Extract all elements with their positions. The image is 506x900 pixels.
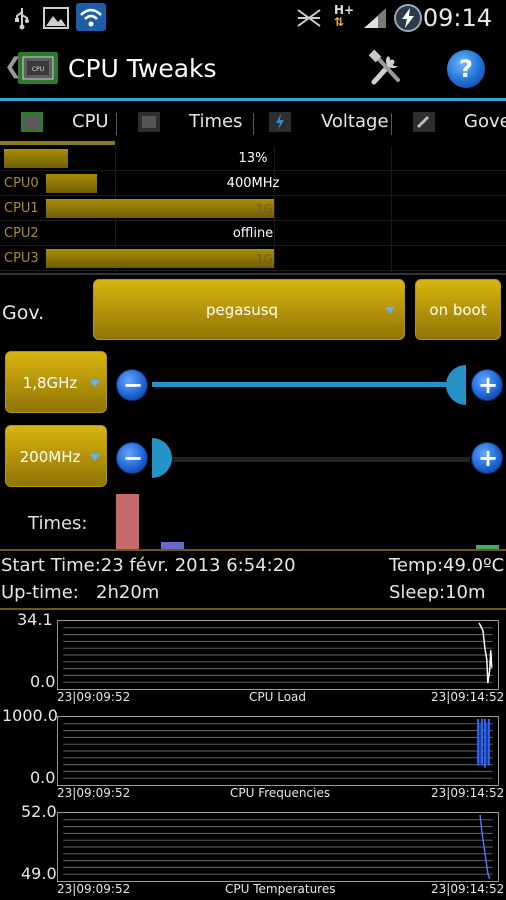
tab-selected-indicator (0, 141, 115, 145)
cpu-core-bar-label: 1G (256, 252, 273, 266)
cpu-core-row: CPU0 400MHz (0, 171, 506, 196)
wifi-icon (76, 3, 106, 31)
cpu-frequencies-graph: 1000.0 0.0 23|09:09:52 CPU Frequencies 2… (0, 706, 506, 802)
cpu-chip-icon (21, 112, 43, 132)
help-button[interactable]: ? (447, 50, 485, 88)
svg-text:CPU: CPU (32, 66, 44, 73)
minus-icon: − (122, 371, 144, 399)
cpu-core-value: 400MHz (226, 176, 280, 191)
min-frequency-slider-thumb[interactable] (152, 438, 172, 478)
plus-icon: + (477, 371, 499, 399)
cpu-status-panel: 13% CPU0 400MHz CPU1 1G CPU2 offline CPU… (0, 146, 506, 272)
cpu-core-row: CPU1 1G (0, 196, 506, 221)
uptime-value: 2h20m (96, 582, 160, 603)
uptime-label: Up-time: (1, 582, 79, 603)
graph-max-label: 34.1 (17, 610, 53, 629)
graph-end-time: 23|09:14:52 (431, 882, 505, 896)
temperature: Temp:49.0ºC (389, 555, 505, 576)
cpu-core-name: CPU1 (4, 201, 39, 216)
max-frequency-decrease-button[interactable]: − (116, 369, 148, 401)
times-label: Times: (28, 513, 88, 534)
cpu-core-bar (46, 199, 274, 218)
time-in-state-bar (116, 494, 139, 550)
help-icon: ? (459, 55, 473, 83)
app-title: CPU Tweaks (68, 54, 217, 83)
cpu-total-value: 13% (238, 151, 268, 166)
governor-chip-icon (413, 112, 435, 132)
tab-bar: CPU Times Voltage Gove (0, 101, 506, 145)
max-frequency-slider-track[interactable] (152, 382, 464, 387)
tab-cpu[interactable]: CPU (0, 101, 115, 145)
graph-min-label: 49.0 (21, 864, 57, 883)
max-frequency-slider-thumb[interactable] (446, 365, 466, 405)
status-time: 09:14 (422, 4, 492, 32)
cpu-load-graph: 34.1 0.0 23|09:09:52 CPU Load 23|09:14:5… (0, 610, 506, 706)
graph-plot (57, 620, 499, 690)
graph-min-label: 0.0 (30, 768, 56, 787)
min-frequency-slider-track[interactable] (152, 457, 470, 462)
graph-title: CPU Frequencies (230, 786, 331, 800)
cpu-core-name: CPU3 (4, 251, 39, 266)
on-boot-label: on boot (429, 301, 487, 319)
tab-label: CPU (72, 111, 109, 132)
tools-icon[interactable] (366, 48, 406, 88)
cpu-core-bar (46, 249, 274, 268)
min-frequency-increase-button[interactable]: + (471, 442, 503, 474)
governor-label: Gov. (2, 302, 45, 324)
graph-start-time: 23|09:09:52 (57, 882, 131, 896)
network-hplus-icon: H+ ⇅ (334, 3, 355, 29)
cpu-core-bar-label: 1G (256, 202, 273, 216)
cpu-core-row: CPU3 1G (0, 246, 506, 271)
graph-max-label: 1000.0 (2, 706, 58, 725)
cell-signal-icon (364, 8, 386, 28)
sleep-time: Sleep:10m (389, 582, 486, 603)
minus-icon: − (122, 444, 144, 472)
governor-value: pegasusq (205, 301, 279, 319)
cpu-core-value: offline (232, 226, 274, 241)
tab-label: Gove (464, 111, 506, 132)
cpu-temperatures-graph: 52.0 49.0 23|09:09:52 CPU Temperatures 2… (0, 802, 506, 900)
min-frequency-select[interactable]: 200MHz (5, 425, 107, 487)
max-frequency-value: 1,8GHz (22, 374, 78, 392)
on-boot-button[interactable]: on boot (415, 279, 501, 340)
graph-title: CPU Temperatures (225, 882, 336, 896)
voltage-chip-icon (269, 112, 291, 132)
max-frequency-select[interactable]: 1,8GHz (5, 351, 107, 413)
chevron-down-icon (385, 307, 395, 314)
action-bar: ❮ CPU CPU Tweaks ? (0, 36, 506, 100)
cpu-core-row: CPU2 offline (0, 221, 506, 246)
cpu-total-row: 13% (0, 146, 506, 171)
graph-start-time: 23|09:09:52 (57, 690, 131, 704)
plus-icon: + (477, 444, 499, 472)
governor-select[interactable]: pegasusq (93, 279, 405, 340)
start-time: Start Time:23 févr. 2013 6:54:20 (1, 555, 296, 576)
tab-governor[interactable]: Gove (392, 101, 506, 145)
status-bar: H+ ⇅ 09:14 (0, 0, 506, 36)
signal-blocked-icon (297, 9, 321, 27)
cpu-tweaks-logo[interactable]: CPU (16, 50, 60, 86)
tab-label: Voltage (321, 111, 389, 132)
max-frequency-increase-button[interactable]: + (471, 369, 503, 401)
graph-end-time: 23|09:14:52 (431, 786, 505, 800)
graph-plot (57, 812, 499, 882)
min-frequency-value: 200MHz (19, 448, 81, 466)
chevron-down-icon (90, 454, 100, 461)
tab-times[interactable]: Times (117, 101, 252, 145)
graph-min-label: 0.0 (30, 672, 56, 691)
min-frequency-decrease-button[interactable]: − (116, 442, 148, 474)
section-divider (0, 273, 506, 275)
graph-plot (57, 716, 499, 786)
battery-charging-icon (394, 4, 422, 32)
image-icon (43, 7, 69, 29)
section-divider (0, 549, 506, 551)
graph-start-time: 23|09:09:52 (57, 786, 131, 800)
usb-icon (15, 8, 29, 30)
tab-voltage[interactable]: Voltage (254, 101, 390, 145)
graph-max-label: 52.0 (21, 802, 57, 821)
graph-end-time: 23|09:14:52 (431, 690, 505, 704)
chevron-down-icon (90, 380, 100, 387)
chip-dark-icon (138, 112, 160, 132)
tab-label: Times (189, 111, 243, 132)
graph-title: CPU Load (249, 690, 306, 704)
